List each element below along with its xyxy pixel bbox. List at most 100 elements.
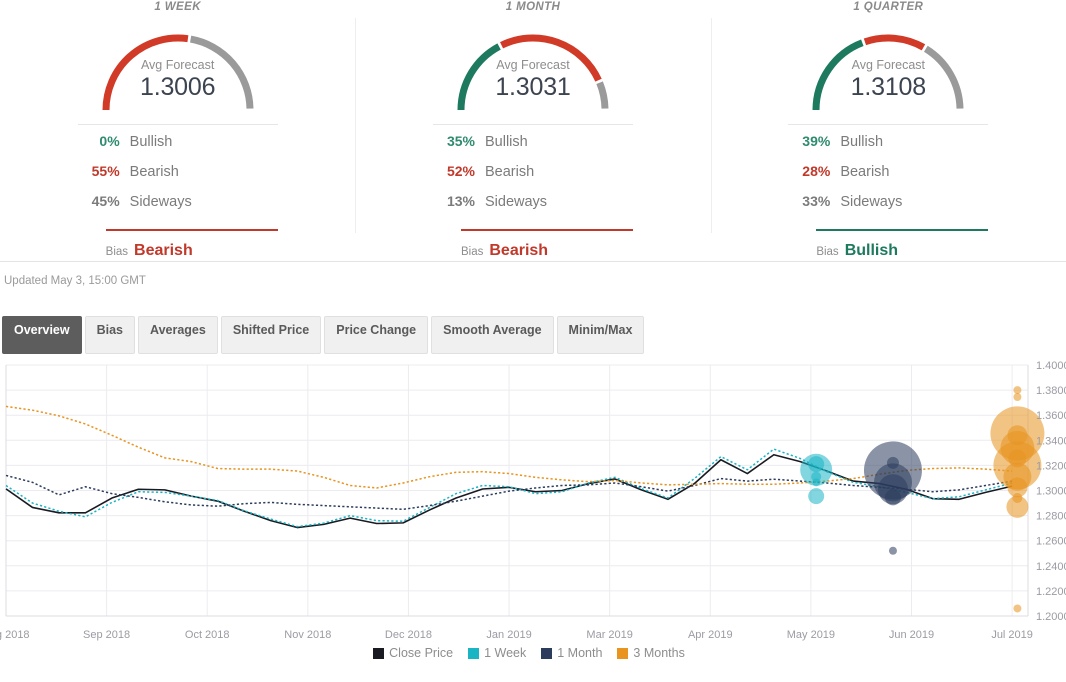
- legend-swatch-icon: [373, 647, 385, 659]
- stat-row-sideways: 13% Sideways: [433, 193, 633, 223]
- stat-row-bearish: 55% Bearish: [78, 163, 278, 193]
- sentiment-stats: 0% Bullish 55% Bearish 45% Sideways: [78, 125, 278, 231]
- panel-title: 1 MONTH: [505, 1, 561, 13]
- forecast-bubble[interactable]: [884, 489, 901, 506]
- tab-averages[interactable]: Averages: [138, 316, 218, 354]
- forecast-dashboard: 1 WEEK Avg Forecast 1.3006 0% Bullish 55…: [0, 0, 1066, 682]
- bullish-label: Bullish: [129, 134, 173, 150]
- bearish-label: Bearish: [840, 164, 890, 180]
- gauge-arc: [102, 34, 254, 111]
- bias-label: Bias: [105, 246, 129, 258]
- stat-row-sideways: 33% Sideways: [788, 193, 988, 223]
- bullish-percent: 35%: [446, 133, 475, 149]
- gauge-segment: [864, 34, 926, 51]
- x-axis-tick-label: Sep 2018: [83, 629, 130, 641]
- y-axis-tick-label: 1.2800: [1036, 511, 1066, 523]
- chart-forecast-bubbles: [800, 386, 1045, 613]
- y-axis-tick-label: 1.4000: [1036, 360, 1066, 372]
- y-axis-tick-label: 1.2000: [1036, 611, 1066, 623]
- bearish-label: Bearish: [129, 164, 179, 180]
- stat-row-sideways: 45% Sideways: [78, 193, 278, 223]
- stat-row-bearish: 28% Bearish: [788, 163, 988, 193]
- gauge-1-month: Avg Forecast 1.3031: [444, 21, 622, 113]
- legend-item[interactable]: Close Price: [373, 646, 453, 660]
- bullish-label: Bullish: [840, 134, 884, 150]
- bias-label: Bias: [816, 246, 839, 258]
- x-axis-tick-label: May 2019: [787, 629, 835, 641]
- tab-smooth-average[interactable]: Smooth Average: [431, 316, 554, 354]
- gauge-segment: [189, 35, 254, 109]
- sideways-label: Sideways: [484, 194, 548, 210]
- stat-row-bearish: 52% Bearish: [433, 163, 633, 193]
- panel-title: 1 QUARTER: [853, 1, 924, 13]
- forecast-bubble[interactable]: [812, 478, 821, 487]
- legend-label: 1 Week: [484, 646, 527, 660]
- legend-item[interactable]: 3 Months: [617, 646, 685, 660]
- x-axis-tick-label: Jan 2019: [486, 629, 531, 641]
- tab-minim-max[interactable]: Minim/Max: [556, 316, 645, 354]
- forecast-panel-1-week: 1 WEEK Avg Forecast 1.3006 0% Bullish 55…: [0, 0, 355, 261]
- gauge-segment: [500, 34, 602, 82]
- chart-legend: Close Price 1 Week 1 Month 3 Months: [0, 646, 1066, 660]
- forecast-chart: 1.4000 1.3800 1.3600 1.3400 1.3200 1.3000 1.28…: [0, 354, 1066, 662]
- bias-row: Bias Bullish: [788, 231, 988, 260]
- forecast-bubble[interactable]: [808, 488, 825, 505]
- legend-item[interactable]: 1 Month: [541, 646, 602, 660]
- gauge-arc: [812, 34, 964, 111]
- bullish-label: Bullish: [484, 134, 528, 150]
- stat-row-bullish: 35% Bullish: [433, 133, 633, 163]
- sideways-label: Sideways: [129, 194, 192, 210]
- gauge-segment: [924, 45, 964, 109]
- gauge-segment: [102, 34, 189, 111]
- stat-row-bullish: 0% Bullish: [78, 133, 278, 163]
- forecast-panel-1-quarter: 1 QUARTER Avg Forecast 1.3108 39% Bullis…: [710, 0, 1066, 261]
- x-axis-tick-label: Jun 2019: [889, 629, 934, 641]
- x-axis-tick-label: Aug 2018: [0, 629, 30, 641]
- x-axis-tick-label: Oct 2018: [185, 629, 230, 641]
- x-axis-tick-label: Nov 2018: [284, 629, 331, 641]
- bearish-percent: 28%: [802, 163, 831, 179]
- bearish-percent: 52%: [446, 163, 475, 179]
- bias-row: Bias Bearish: [78, 231, 278, 260]
- updated-timestamp: Updated May 3, 15:00 GMT: [4, 275, 146, 287]
- forecast-bubble[interactable]: [1013, 604, 1022, 613]
- forecast-bubble[interactable]: [1006, 495, 1029, 518]
- bearish-percent: 55%: [91, 163, 120, 179]
- tab-overview[interactable]: Overview: [2, 316, 82, 354]
- tab-shifted-price[interactable]: Shifted Price: [220, 316, 322, 354]
- tab-price-change[interactable]: Price Change: [324, 316, 429, 354]
- forecast-bubble[interactable]: [888, 546, 897, 555]
- legend-swatch-icon: [617, 647, 629, 659]
- sentiment-stats: 39% Bullish 28% Bearish 33% Sideways: [788, 125, 989, 231]
- sideways-percent: 45%: [91, 193, 120, 209]
- chart-svg: 1.4000 1.3800 1.3600 1.3400 1.3200 1.3000 1.28…: [0, 360, 1066, 641]
- gauge-segment: [596, 81, 609, 109]
- bias-value: Bullish: [844, 242, 899, 259]
- panel-title: 1 WEEK: [154, 1, 201, 13]
- bias-row: Bias Bearish: [433, 231, 633, 260]
- gauge-arc: [457, 34, 609, 111]
- sideways-label: Sideways: [840, 194, 903, 210]
- x-axis-tick-label: Dec 2018: [385, 629, 432, 641]
- gauge-segment: [812, 39, 864, 111]
- legend-swatch-icon: [468, 647, 480, 659]
- forecast-panel-1-month: 1 MONTH Avg Forecast 1.3031 35% Bullish …: [355, 0, 710, 261]
- gauge-1-quarter: Avg Forecast 1.3108: [799, 21, 977, 113]
- chart-x-axis-labels: Aug 2018 Sep 2018 Oct 2018 Nov 2018 Dec 2018…: [0, 629, 1033, 641]
- legend-item[interactable]: 1 Week: [468, 646, 526, 660]
- forecast-bubble[interactable]: [1013, 393, 1022, 402]
- sentiment-stats: 35% Bullish 52% Bearish 13% Sideways: [433, 125, 633, 231]
- y-axis-tick-label: 1.2200: [1036, 586, 1066, 598]
- legend-label: 3 Months: [633, 646, 685, 660]
- legend-swatch-icon: [541, 647, 553, 659]
- gauge-1-week: Avg Forecast 1.3006: [89, 21, 267, 113]
- forecast-panels: 1 WEEK Avg Forecast 1.3006 0% Bullish 55…: [0, 0, 1066, 262]
- x-axis-tick-label: Mar 2019: [586, 629, 632, 641]
- y-axis-tick-label: 1.3600: [1036, 410, 1066, 422]
- x-axis-tick-label: Apr 2019: [688, 629, 733, 641]
- chart-y-axis-labels: 1.4000 1.3800 1.3600 1.3400 1.3200 1.3000 1.28…: [1036, 360, 1066, 623]
- forecast-bubble[interactable]: [1013, 386, 1022, 395]
- stat-row-bullish: 39% Bullish: [788, 133, 988, 163]
- x-axis-tick-label: Jul 2019: [991, 629, 1033, 641]
- tab-bias[interactable]: Bias: [84, 316, 135, 354]
